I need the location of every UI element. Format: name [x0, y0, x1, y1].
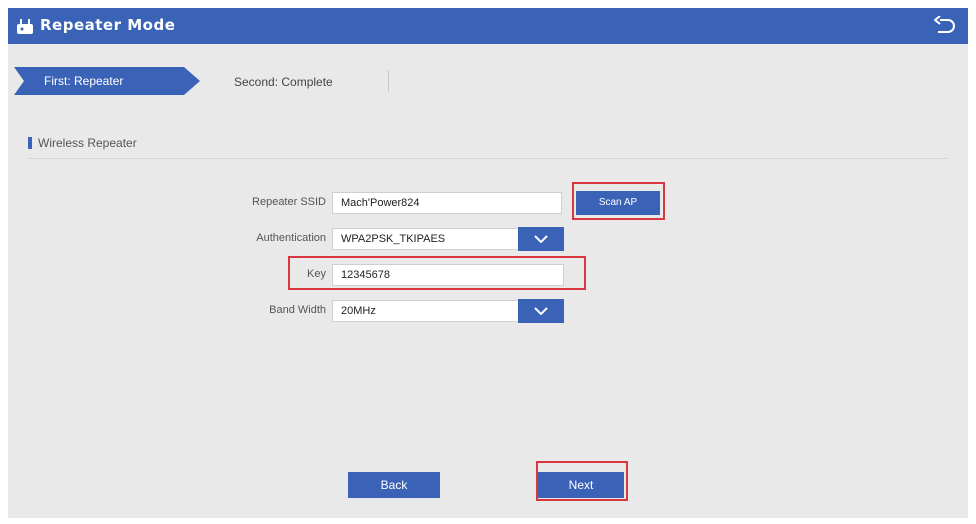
key-input[interactable]: 12345678 [332, 264, 564, 286]
scan-ap-button[interactable]: Scan AP [576, 191, 660, 215]
auth-select[interactable]: WPA2PSK_TKIPAES [332, 228, 520, 250]
section-divider [28, 158, 948, 159]
back-button[interactable]: Back [348, 472, 440, 498]
router-icon [17, 19, 33, 34]
chevron-down-icon [534, 235, 548, 243]
ssid-label: Repeater SSID [252, 196, 326, 208]
bandwidth-dropdown-button[interactable] [518, 299, 564, 323]
auth-dropdown-button[interactable] [518, 227, 564, 251]
return-arrow-icon[interactable] [934, 16, 956, 36]
key-label: Key [307, 268, 326, 280]
step-second-complete[interactable]: Second: Complete [234, 75, 333, 89]
auth-label: Authentication [256, 232, 326, 244]
window-title: Repeater Mode [40, 16, 176, 34]
title-bar: Repeater Mode [8, 8, 968, 44]
bandwidth-label: Band Width [269, 304, 326, 316]
section-header: Wireless Repeater [28, 136, 137, 150]
section-marker [28, 137, 32, 149]
step-divider [388, 70, 389, 92]
section-title: Wireless Repeater [38, 136, 137, 150]
wizard-steps: First: Repeater Second: Complete [8, 64, 968, 98]
chevron-down-icon [534, 307, 548, 315]
next-button[interactable]: Next [538, 472, 624, 498]
bandwidth-select[interactable]: 20MHz [332, 300, 520, 322]
ssid-input[interactable]: Mach'Power824 [332, 192, 562, 214]
step-first-repeater[interactable]: First: Repeater [14, 67, 200, 95]
app-window: Repeater Mode First: Repeater Second: Co… [8, 8, 968, 518]
